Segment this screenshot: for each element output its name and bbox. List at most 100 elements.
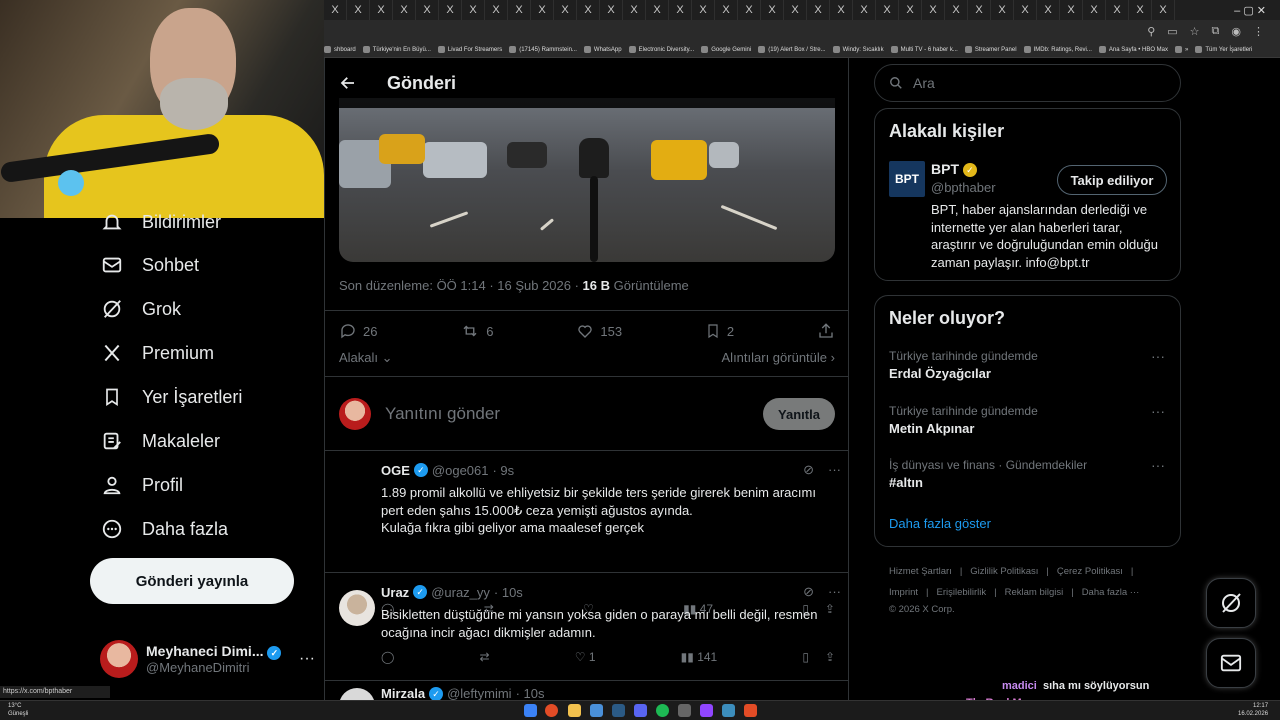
profile-icon[interactable]: ◉ xyxy=(1231,25,1241,38)
browser-tab-close[interactable]: X xyxy=(531,0,554,20)
browser-tab-close[interactable]: X xyxy=(646,0,669,20)
nav-item-notifications[interactable]: Bildirimler xyxy=(100,202,221,242)
reply-input[interactable]: Yanıtını gönder xyxy=(385,404,763,424)
more-icon[interactable]: ··· xyxy=(1151,348,1165,364)
avatar[interactable] xyxy=(339,688,375,700)
post-button[interactable]: Gönderi yayınla xyxy=(90,558,294,604)
views-action[interactable]: ▮▮ 141 xyxy=(681,650,718,664)
more-icon[interactable]: ··· xyxy=(1151,457,1165,473)
like-action[interactable]: 153 xyxy=(576,322,622,340)
browser-tab-close[interactable]: X xyxy=(600,0,623,20)
nav-item-premium[interactable]: Premium xyxy=(100,333,214,373)
show-more-link[interactable]: Daha fazla göster xyxy=(889,516,991,531)
reply-icon[interactable]: ◯ xyxy=(381,650,394,664)
browser-tab-close[interactable]: X xyxy=(370,0,393,20)
discord-icon[interactable] xyxy=(634,704,647,717)
edited-timestamp[interactable]: Son düzenleme: ÖÖ 1:14 · 16 Şub 2026 · xyxy=(339,278,583,293)
browser-tab-close[interactable]: X xyxy=(577,0,600,20)
bookmark-icon[interactable]: ▯ xyxy=(802,650,809,664)
app-icon[interactable] xyxy=(590,704,603,717)
view-quotes-link[interactable]: Alıntıları görüntüle › xyxy=(722,350,835,370)
weather-widget[interactable]: 13°C Güneşli xyxy=(8,702,28,718)
spotify-icon[interactable] xyxy=(656,704,669,717)
like-action[interactable]: ♡ 1 xyxy=(575,650,596,664)
account-switcher[interactable]: Meyhaneci Dimi... ✓ @MeyhaneDimitri ··· xyxy=(100,636,315,682)
browser-tab-close[interactable]: X xyxy=(554,0,577,20)
browser-tab-close[interactable]: X xyxy=(485,0,508,20)
messages-fab[interactable] xyxy=(1206,638,1256,688)
browser-tab-close[interactable]: X xyxy=(1152,0,1175,20)
browser-tab-close[interactable]: X xyxy=(439,0,462,20)
bookmark-item[interactable]: shboard xyxy=(324,46,363,53)
browser-tab-close[interactable]: X xyxy=(830,0,853,20)
privacy-link[interactable]: Gizlilik Politikası xyxy=(970,566,1038,577)
bookmark-item[interactable]: Tüm Yer İşaretleri xyxy=(1195,46,1259,53)
browser-tab-close[interactable]: X xyxy=(922,0,945,20)
browser-tab-close[interactable]: X xyxy=(945,0,968,20)
bookmark-item[interactable]: WhatsApp xyxy=(583,46,629,53)
browser-tab-close[interactable]: X xyxy=(347,0,370,20)
bookmark-item[interactable]: IMDb: Ratings, Revi... xyxy=(1023,46,1099,53)
browser-tab-close[interactable]: X xyxy=(1060,0,1083,20)
tweet-time[interactable]: · 10s xyxy=(516,686,545,700)
zoom-icon[interactable]: ⚲ xyxy=(1147,25,1155,38)
more-icon[interactable]: ··· xyxy=(828,584,841,600)
browser-tab-close[interactable]: X xyxy=(324,0,347,20)
share-action[interactable] xyxy=(817,322,835,340)
cookie-link[interactable]: Çerez Politikası xyxy=(1057,566,1123,577)
browser-tab-close[interactable]: X xyxy=(1129,0,1152,20)
imprint-link[interactable]: Imprint xyxy=(889,587,918,598)
repost-action[interactable]: 6 xyxy=(460,322,494,340)
search-input[interactable]: Ara xyxy=(874,64,1181,102)
browser-tab-close[interactable]: X xyxy=(807,0,830,20)
nav-item-chat[interactable]: Sohbet xyxy=(100,245,199,285)
tweet-author-handle[interactable]: @leftymimi xyxy=(447,686,511,700)
browser-tab-close[interactable]: X xyxy=(692,0,715,20)
reply-tweet[interactable]: OGE ✓ @oge061 · 9s ⊘ ··· 1.89 promil alko… xyxy=(325,456,848,616)
nav-item-grok[interactable]: Grok xyxy=(100,289,181,329)
tweet-author-name[interactable]: Mirzala xyxy=(381,686,425,700)
browser-tab-close[interactable]: X xyxy=(1037,0,1060,20)
browser-tab-close[interactable]: X xyxy=(853,0,876,20)
browser-tab-close[interactable]: X xyxy=(784,0,807,20)
back-arrow-icon[interactable] xyxy=(325,58,371,108)
relevance-filter[interactable]: Alakalı ⌄ xyxy=(339,350,393,370)
bookmark-item[interactable]: (19) Alert Box / Stre... xyxy=(758,46,832,53)
browser-tab-close[interactable]: X xyxy=(991,0,1014,20)
related-account[interactable]: BPT ✓ @bpthaber xyxy=(931,161,996,195)
cast-icon[interactable]: ▭ xyxy=(1167,25,1177,38)
tweet-media-image[interactable] xyxy=(339,98,835,262)
nav-item-bookmarks[interactable]: Yer İşaretleri xyxy=(100,377,242,417)
steam-icon[interactable] xyxy=(612,704,625,717)
clock[interactable]: 12:17 16.02.2026 xyxy=(1238,702,1268,718)
app-icon[interactable] xyxy=(744,704,757,717)
bookmark-item[interactable]: Windy: Sıcaklık xyxy=(832,46,891,53)
chrome-icon[interactable] xyxy=(545,704,558,717)
accessibility-link[interactable]: Erişilebilirlik xyxy=(937,587,987,598)
more-icon[interactable]: ··· xyxy=(1151,403,1165,419)
browser-tab-close[interactable]: X xyxy=(715,0,738,20)
browser-tab-close[interactable]: X xyxy=(761,0,784,20)
browser-tab-close[interactable]: X xyxy=(508,0,531,20)
start-icon[interactable] xyxy=(524,704,537,717)
browser-tab-close[interactable]: X xyxy=(968,0,991,20)
nav-item-articles[interactable]: Makaleler xyxy=(100,421,220,461)
share-icon[interactable]: ⇪ xyxy=(825,650,835,664)
browser-tab-close[interactable]: X xyxy=(738,0,761,20)
reply-action[interactable]: 26 xyxy=(339,322,377,340)
tweet-author-name[interactable]: Uraz xyxy=(381,585,409,600)
account-more-icon[interactable]: ··· xyxy=(299,650,315,668)
tweet-author-handle[interactable]: @uraz_yy xyxy=(431,585,490,600)
reply-tweet[interactable]: Uraz ✓ @uraz_yy · 10s ⊘ ··· Bisikletten d… xyxy=(325,578,848,674)
reply-button[interactable]: Yanıtla xyxy=(763,398,835,430)
browser-tab-close[interactable]: X xyxy=(1083,0,1106,20)
browser-tab-close[interactable]: X xyxy=(669,0,692,20)
avatar[interactable] xyxy=(339,590,375,626)
browser-tab-close[interactable]: X xyxy=(1014,0,1037,20)
nav-item-more[interactable]: Daha fazla xyxy=(100,509,228,549)
folder-icon[interactable] xyxy=(568,704,581,717)
browser-tab-close[interactable]: X xyxy=(623,0,646,20)
window-controls[interactable]: – ▢ ✕ xyxy=(1234,4,1280,17)
grok-icon[interactable]: ⊘ xyxy=(803,584,814,600)
grok-icon[interactable]: ⊘ xyxy=(803,462,814,478)
